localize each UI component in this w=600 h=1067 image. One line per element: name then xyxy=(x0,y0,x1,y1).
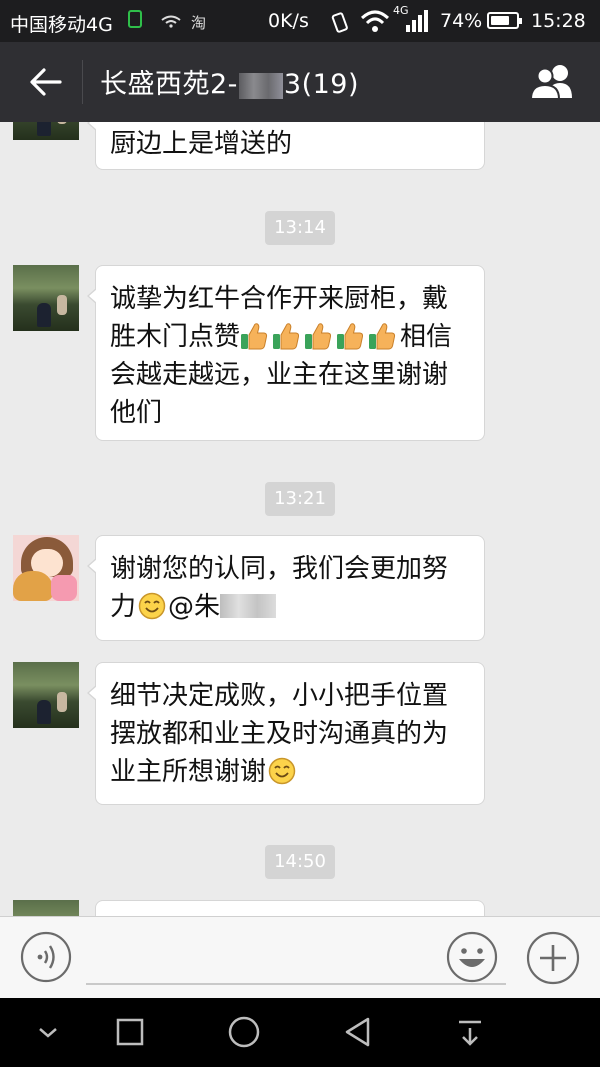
message-line: 摆放都和业主及时沟通真的为 xyxy=(110,719,449,749)
thumbs-up-emoji-icon xyxy=(337,323,364,350)
back-triangle-icon[interactable] xyxy=(338,1012,378,1052)
input-bar xyxy=(0,916,600,998)
message-text: 业主所想谢谢 xyxy=(110,757,267,787)
arrow-left-icon[interactable] xyxy=(26,62,66,102)
home-circle-icon[interactable] xyxy=(224,1012,264,1052)
notification-pull-icon[interactable] xyxy=(450,1012,490,1052)
mention-text: @朱 xyxy=(168,592,221,622)
smiley-emoji-icon xyxy=(138,592,166,620)
redacted-text xyxy=(220,594,277,618)
avatar[interactable] xyxy=(13,535,79,601)
chat-area[interactable]: 厨边上是增送的 13:14 诚挚为红牛合作开来厨柜，戴 胜木门点赞 相信 会越走越… xyxy=(0,122,600,916)
message-line: 诚挚为红牛合作开来厨柜，戴 xyxy=(110,284,449,314)
avatar[interactable] xyxy=(13,900,79,916)
timestamp: 14:50 xyxy=(265,845,335,879)
voice-icon[interactable] xyxy=(20,931,72,983)
thumbs-up-row xyxy=(240,322,400,352)
net-speed: 0K/s xyxy=(268,10,309,32)
header-divider xyxy=(82,60,83,104)
chevron-down-icon[interactable] xyxy=(28,1012,68,1052)
chat-header: 长盛西苑2- 3(19) xyxy=(0,42,600,122)
smiley-icon[interactable] xyxy=(446,931,498,983)
smiley-emoji-icon xyxy=(268,757,296,785)
thumbs-up-emoji-icon xyxy=(273,323,300,350)
message-line: 胜木门点赞 相信 xyxy=(110,318,470,356)
message-text: 胜木门点赞 xyxy=(110,322,241,352)
message-line: 力 @朱 xyxy=(110,588,470,626)
wifi-icon xyxy=(360,10,390,32)
title-suffix: 3(19) xyxy=(283,69,360,100)
avatar[interactable] xyxy=(13,122,79,140)
message-text: 相信 xyxy=(400,322,453,352)
message-line: 会越走越远，业主在这里谢谢 xyxy=(110,360,449,390)
thumbs-up-emoji-icon xyxy=(305,323,332,350)
battery-icon xyxy=(487,12,522,29)
message-input[interactable] xyxy=(86,983,506,985)
clock: 15:28 xyxy=(531,10,586,32)
wifi-small-icon xyxy=(161,15,181,28)
chat-title: 长盛西苑2- 3(19) xyxy=(100,62,359,101)
message-text: 厨边上是增送的 xyxy=(110,129,293,159)
message-bubble[interactable]: 谢谢您的认同，我们会更加努 力 @朱 xyxy=(87,535,485,641)
rotate-icon xyxy=(331,12,348,33)
message-line: 谢谢您的认同，我们会更加努 xyxy=(110,554,449,584)
status-bar: 中国移动4G 淘 0K/s 4G 74% 15:28 xyxy=(0,0,600,42)
message-bubble[interactable]: 厨边上是增送的 xyxy=(87,122,485,170)
avatar[interactable] xyxy=(13,662,79,728)
message-bubble[interactable] xyxy=(95,900,485,916)
message-bubble[interactable]: 细节决定成败，小小把手位置 摆放都和业主及时沟通真的为 业主所想谢谢 xyxy=(87,662,485,805)
message-line: 他们 xyxy=(110,398,163,428)
lock-icon xyxy=(128,10,142,28)
taobao-icon: 淘 xyxy=(191,14,207,32)
thumbs-up-emoji-icon xyxy=(241,323,268,350)
message-text: 力 xyxy=(110,592,137,622)
system-nav-bar xyxy=(0,998,600,1067)
timestamp: 13:14 xyxy=(265,211,335,245)
signal-icon xyxy=(406,10,428,32)
battery-percent: 74% xyxy=(440,10,483,32)
message-line: 细节决定成败，小小把手位置 xyxy=(110,681,449,711)
timestamp: 13:21 xyxy=(265,482,335,516)
people-icon[interactable] xyxy=(528,62,578,102)
plus-icon[interactable] xyxy=(526,931,580,985)
carrier-label: 中国移动4G xyxy=(10,14,113,36)
title-prefix: 长盛西苑2- xyxy=(100,69,238,100)
thumbs-up-emoji-icon xyxy=(369,323,396,350)
avatar[interactable] xyxy=(13,265,79,331)
recents-square-icon[interactable] xyxy=(110,1012,150,1052)
message-bubble[interactable]: 诚挚为红牛合作开来厨柜，戴 胜木门点赞 相信 会越走越远，业主在这里谢谢 他们 xyxy=(87,265,485,441)
message-line: 业主所想谢谢 xyxy=(110,753,470,791)
redacted-text xyxy=(238,72,283,99)
